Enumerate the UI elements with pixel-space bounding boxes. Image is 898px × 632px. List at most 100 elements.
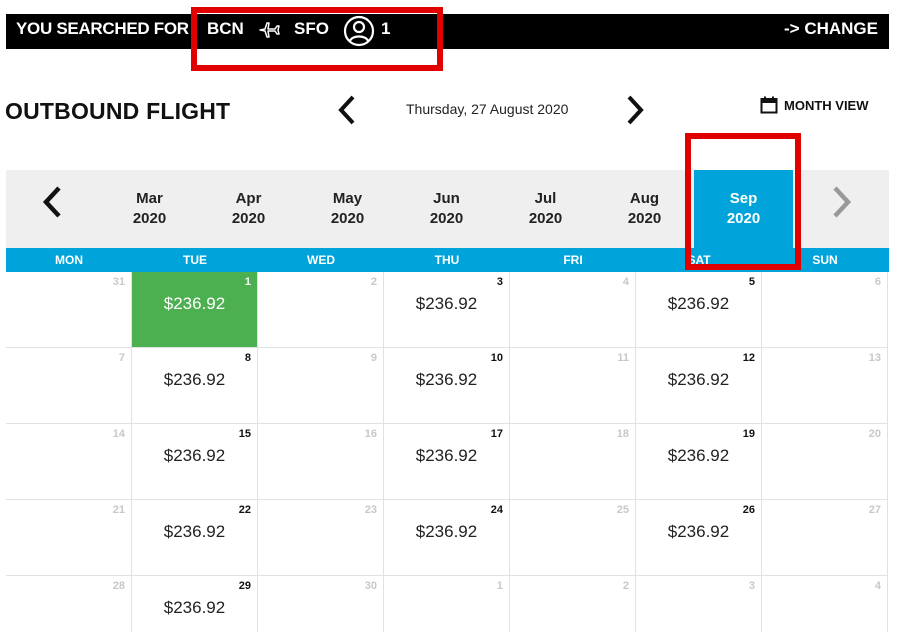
calendar-day-cell-unavailable: 23	[258, 500, 384, 576]
weekday-fri: FRI	[563, 253, 583, 267]
day-price: $236.92	[163, 370, 226, 389]
calendar-day-cell-unavailable: 28	[6, 576, 132, 632]
calendar-day-cell-unavailable: 6	[762, 272, 888, 348]
calendar-day-cell[interactable]: 26 $236.92	[636, 500, 762, 576]
calendar-day-cell[interactable]: 1 $236.92	[132, 272, 258, 348]
weekday-mon: MON	[55, 253, 83, 267]
plane-icon	[259, 22, 280, 38]
calendar-day-cell-unavailable: 11	[510, 348, 636, 424]
calendar-day-cell[interactable]: 8 $236.92	[132, 348, 258, 424]
day-price: $236.92	[415, 522, 478, 541]
search-summary-bar: YOU SEARCHED FOR BCN SFO 1 -> CHANGE	[6, 14, 889, 49]
month-tab-jun[interactable]: Jun 2020	[397, 170, 496, 248]
change-search-link[interactable]: -> CHANGE	[784, 19, 878, 39]
day-number: 1	[496, 580, 503, 592]
month-view-button[interactable]: MONTH VIEW	[760, 96, 869, 114]
calendar-day-cell-unavailable: 3	[636, 576, 762, 632]
day-number: 19	[742, 428, 755, 440]
day-number: 23	[364, 504, 377, 516]
day-number: 9	[370, 352, 377, 364]
calendar-day-cell[interactable]: 19 $236.92	[636, 424, 762, 500]
calendar-day-cell[interactable]: 15 $236.92	[132, 424, 258, 500]
passenger-count: 1	[381, 19, 391, 38]
month-tab-aug[interactable]: Aug 2020	[595, 170, 694, 248]
calendar-day-cell-unavailable: 2	[258, 272, 384, 348]
day-number: 14	[112, 428, 125, 440]
weekday-wed: WED	[307, 253, 335, 267]
month-selector: Mar 2020 Apr 2020 May 2020 Jun 2020 Jul 2020 …	[6, 170, 889, 248]
calendar-day-cell[interactable]: 22 $236.92	[132, 500, 258, 576]
weekday-sun: SUN	[812, 253, 838, 267]
calendar-day-cell-unavailable: 21	[6, 500, 132, 576]
day-price: $236.92	[163, 446, 226, 465]
day-number: 22	[238, 504, 251, 516]
day-number: 15	[238, 428, 251, 440]
chevron-left-icon[interactable]	[40, 184, 66, 220]
day-number: 10	[490, 352, 503, 364]
calendar-day-cell[interactable]: 3 $236.92	[384, 272, 510, 348]
search-label: YOU SEARCHED FOR	[16, 19, 189, 38]
next-date-button[interactable]	[620, 92, 648, 128]
day-number: 2	[622, 580, 629, 592]
calendar-day-cell[interactable]: 12 $236.92	[636, 348, 762, 424]
previous-date-button[interactable]	[334, 92, 362, 128]
month-tab-jul[interactable]: Jul 2020	[496, 170, 595, 248]
calendar-day-cell-unavailable: 31	[6, 272, 132, 348]
day-number: 11	[617, 352, 629, 364]
calendar-day-cell[interactable]: 10 $236.92	[384, 348, 510, 424]
day-number: 5	[748, 276, 755, 288]
chevron-right-icon[interactable]	[828, 184, 854, 220]
page-title: OUTBOUND FLIGHT	[5, 98, 231, 124]
day-number: 13	[868, 352, 881, 364]
month-tab-mar[interactable]: Mar 2020	[100, 170, 199, 248]
day-price: $236.92	[667, 446, 730, 465]
selected-date: Thursday, 27 August 2020	[406, 101, 569, 117]
day-price: $236.92	[415, 446, 478, 465]
calendar-day-cell-unavailable: 2	[510, 576, 636, 632]
month-tab-apr[interactable]: Apr 2020	[199, 170, 298, 248]
calendar-day-cell[interactable]: 5 $236.92	[636, 272, 762, 348]
calendar-day-cell-unavailable: 14	[6, 424, 132, 500]
month-tab-may[interactable]: May 2020	[298, 170, 397, 248]
calendar-day-cell[interactable]: 17 $236.92	[384, 424, 510, 500]
calendar-day-cell-unavailable: 1	[384, 576, 510, 632]
day-number: 17	[490, 428, 503, 440]
day-number: 2	[370, 276, 377, 288]
day-number: 12	[742, 352, 755, 364]
day-number: 29	[238, 580, 251, 592]
day-price: $236.92	[163, 522, 226, 541]
calendar-day-cell-unavailable: 16	[258, 424, 384, 500]
day-number: 28	[112, 580, 125, 592]
calendar-icon	[760, 96, 778, 114]
day-price: $236.92	[163, 294, 226, 313]
weekday-thu: THU	[434, 253, 460, 267]
day-number: 7	[118, 352, 125, 364]
weekday-tue: TUE	[183, 253, 207, 267]
calendar-day-cell-unavailable: 30	[258, 576, 384, 632]
calendar-day-cell[interactable]: 29 $236.92	[132, 576, 258, 632]
calendar-day-cell-unavailable: 25	[510, 500, 636, 576]
day-price: $236.92	[163, 598, 226, 617]
day-number: 1	[244, 276, 251, 288]
day-number: 6	[874, 276, 881, 288]
calendar-day-cell-unavailable: 9	[258, 348, 384, 424]
day-number: 24	[490, 504, 503, 516]
day-price: $236.92	[667, 522, 730, 541]
weekday-sat: SAT	[687, 253, 711, 267]
calendar-grid: 31 1 $236.92 2 3 $236.92 4 5 $236.92 6 7 8 $236.92 9 1…	[6, 272, 889, 632]
month-tab-sep[interactable]: Sep 2020	[694, 170, 793, 248]
calendar-day-cell-unavailable: 18	[510, 424, 636, 500]
day-number: 4	[622, 276, 629, 288]
day-number: 3	[496, 276, 503, 288]
day-number: 4	[874, 580, 881, 592]
user-circle-icon	[343, 15, 375, 47]
month-view-label: MONTH VIEW	[784, 98, 869, 113]
day-number: 20	[868, 428, 881, 440]
day-price: $236.92	[415, 370, 478, 389]
calendar-day-cell-unavailable: 20	[762, 424, 888, 500]
calendar-day-cell[interactable]: 24 $236.92	[384, 500, 510, 576]
calendar-day-cell-unavailable: 13	[762, 348, 888, 424]
day-number: 30	[364, 580, 377, 592]
calendar-day-cell-unavailable: 27	[762, 500, 888, 576]
day-number: 26	[742, 504, 755, 516]
